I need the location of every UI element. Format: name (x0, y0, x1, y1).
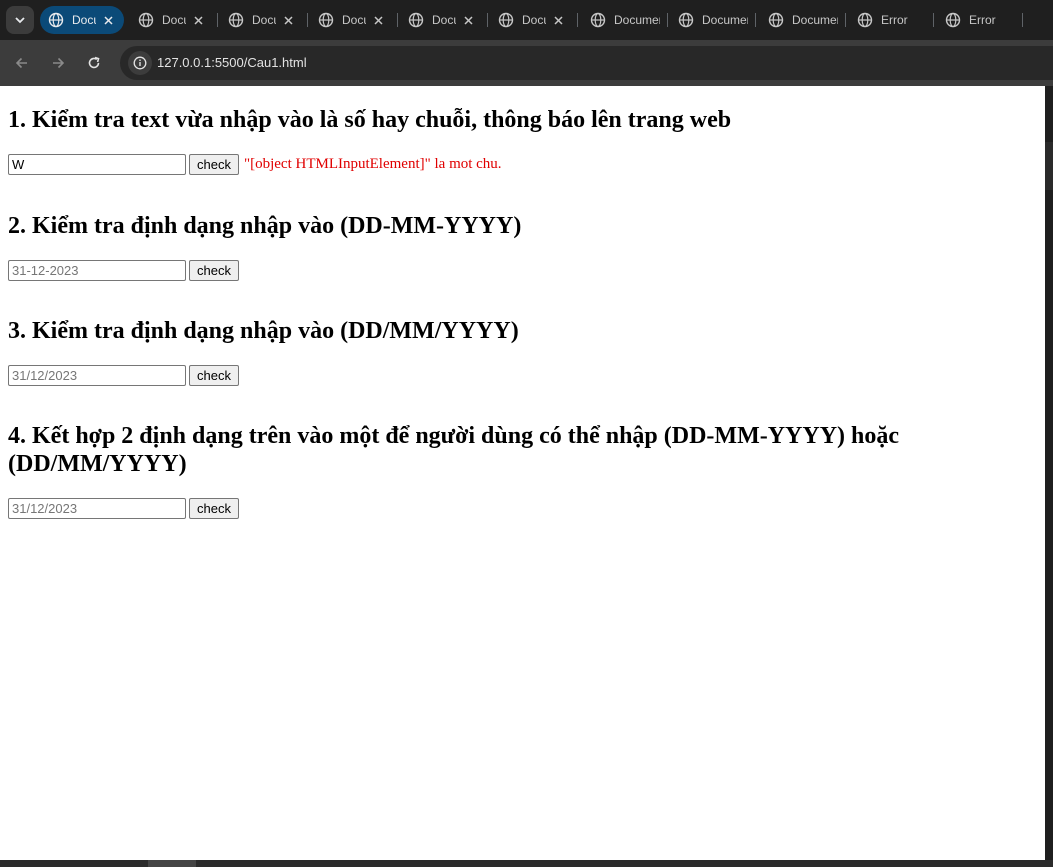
side-panel-edge (1045, 86, 1053, 860)
section-3-title: 3. Kiểm tra định dạng nhập vào (DD/MM/YY… (8, 318, 519, 344)
globe-icon (138, 12, 154, 28)
check-button-2[interactable]: check (189, 260, 239, 281)
check-button-3[interactable]: check (189, 365, 239, 386)
tab-5[interactable]: Document (400, 6, 484, 34)
close-icon[interactable] (460, 12, 476, 28)
tab-title: Document (432, 13, 456, 27)
tab-title: Document (792, 13, 838, 27)
tab-separator (755, 13, 756, 27)
tab-1[interactable]: Document (40, 6, 124, 34)
tab-separator (217, 13, 218, 27)
reload-button[interactable] (80, 49, 108, 77)
browser-toolbar: 127.0.0.1:5500/Cau1.html (0, 40, 1053, 86)
text-check-input[interactable] (8, 154, 186, 175)
globe-icon (945, 12, 961, 28)
globe-icon (768, 12, 784, 28)
tab-title: Document (72, 13, 96, 27)
section-2-row: check (8, 260, 239, 281)
date-combined-input[interactable] (8, 498, 186, 519)
tab-4[interactable]: Document (310, 6, 394, 34)
check-button-4[interactable]: check (189, 498, 239, 519)
tab-3[interactable]: Document (220, 6, 304, 34)
tab-title: Document (162, 13, 186, 27)
tab-strip: Document Document Document Document Docu… (0, 0, 1053, 40)
address-bar[interactable]: 127.0.0.1:5500/Cau1.html (120, 46, 1053, 80)
tab-separator (933, 13, 934, 27)
globe-icon (48, 12, 64, 28)
section-1-title: 1. Kiểm tra text vừa nhập vào là số hay … (8, 107, 732, 133)
tab-title: Document (342, 13, 366, 27)
section-1-row: check "[object HTMLInputElement]" la mot… (8, 154, 502, 175)
tab-separator (487, 13, 488, 27)
tab-separator (1022, 13, 1023, 27)
info-icon (133, 56, 147, 70)
section-4-title: 4. Kết hợp 2 định dạng trên vào một để n… (8, 423, 900, 477)
tab-9[interactable]: Document (760, 6, 844, 34)
close-icon[interactable] (370, 12, 386, 28)
tab-title: Document (252, 13, 276, 27)
close-icon[interactable] (100, 12, 116, 28)
tab-separator (307, 13, 308, 27)
back-button[interactable] (8, 49, 36, 77)
url-text: 127.0.0.1:5500/Cau1.html (157, 55, 307, 70)
horizontal-scrollbar[interactable] (0, 860, 1053, 867)
close-icon[interactable] (550, 12, 566, 28)
date-dash-input[interactable] (8, 260, 186, 281)
tab-2[interactable]: Document (130, 6, 214, 34)
result-message: "[object HTMLInputElement]" la mot chu. (243, 156, 502, 172)
globe-icon (318, 12, 334, 28)
tab-11[interactable]: Error (937, 6, 1021, 34)
tab-separator (845, 13, 846, 27)
chevron-down-icon (15, 17, 25, 24)
globe-icon (498, 12, 514, 28)
globe-icon (408, 12, 424, 28)
globe-icon (857, 12, 873, 28)
tab-10[interactable]: Error (849, 6, 933, 34)
section-2-title: 2. Kiểm tra định dạng nhập vào (DD-MM-YY… (8, 213, 522, 239)
tab-separator (397, 13, 398, 27)
tab-title: Document (522, 13, 546, 27)
globe-icon (678, 12, 694, 28)
section-4-row: check (8, 498, 239, 519)
tab-separator (577, 13, 578, 27)
tab-title: Document (702, 13, 748, 27)
tab-title: Error (881, 13, 908, 27)
tab-7[interactable]: Document (582, 6, 666, 34)
page-viewport: 1. Kiểm tra text vừa nhập vào là số hay … (0, 86, 1045, 860)
tab-title: Error (969, 13, 996, 27)
globe-icon (590, 12, 606, 28)
tab-search-button[interactable] (6, 6, 34, 34)
site-info-button[interactable] (128, 51, 152, 75)
arrow-left-icon (15, 57, 27, 69)
tab-title: Document (614, 13, 660, 27)
close-icon[interactable] (280, 12, 296, 28)
arrow-right-icon (53, 57, 65, 69)
section-3-row: check (8, 365, 239, 386)
reload-icon (88, 56, 100, 69)
globe-icon (228, 12, 244, 28)
tab-8[interactable]: Document (670, 6, 754, 34)
forward-button[interactable] (44, 49, 72, 77)
date-slash-input[interactable] (8, 365, 186, 386)
tab-6[interactable]: Document (490, 6, 574, 34)
tab-separator (667, 13, 668, 27)
check-button-1[interactable]: check (189, 154, 239, 175)
scrollbar-thumb[interactable] (148, 860, 196, 867)
close-icon[interactable] (190, 12, 206, 28)
